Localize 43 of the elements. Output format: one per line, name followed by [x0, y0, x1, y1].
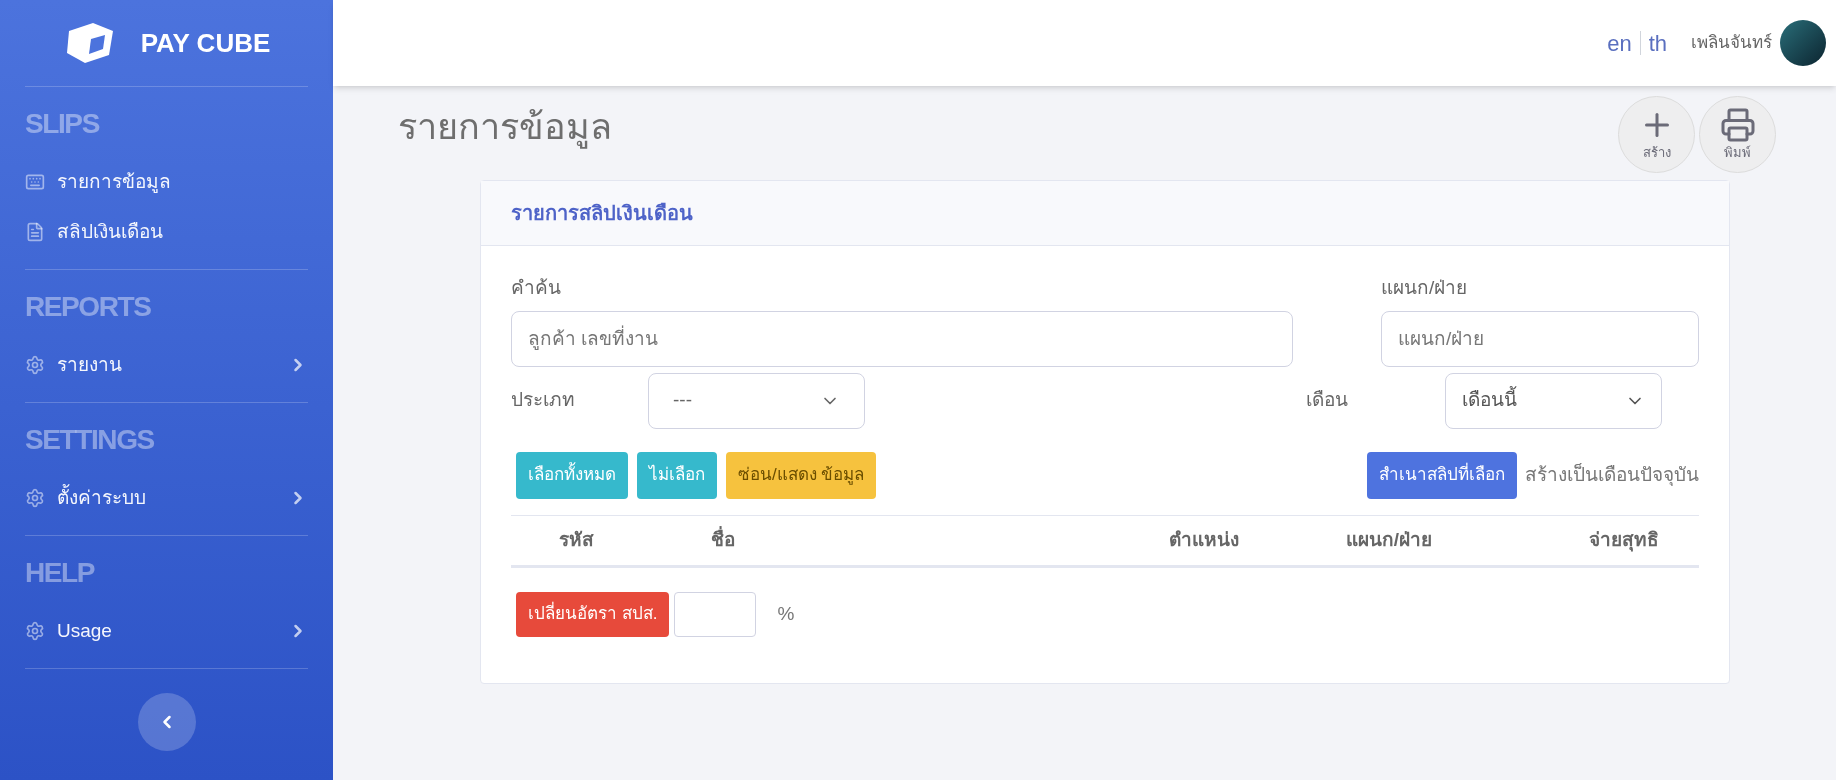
- percent-sign: %: [777, 601, 795, 626]
- settings-icon: [25, 355, 45, 375]
- page-title: รายการข้อมูล: [398, 105, 612, 151]
- printer-icon: [1719, 106, 1756, 143]
- sidebar-section-title: HELP: [25, 556, 96, 590]
- field-label: เดือน: [1306, 388, 1349, 413]
- month-select[interactable]: เดือนนี้: [1445, 372, 1662, 429]
- user-name[interactable]: เพลินจันทร์: [1691, 30, 1772, 56]
- sidebar-section-title: REPORTS: [25, 290, 152, 324]
- sidebar-item[interactable]: รายงาน: [25, 340, 308, 390]
- copy-note: สร้างเป็นเดือนปัจจุบัน: [1525, 462, 1699, 488]
- action-button[interactable]: พิมพ์: [1699, 96, 1776, 173]
- column-header: แผนก/ฝ่าย: [1344, 527, 1434, 552]
- keyboard-icon: [25, 172, 45, 192]
- sidebar-item[interactable]: รายการข้อมูล: [25, 157, 308, 207]
- field-label: แผนก/ฝ่าย: [1381, 276, 1469, 300]
- field-label: คำค้น: [511, 276, 562, 300]
- field-label: ประเภท: [511, 388, 576, 413]
- sidebar-section-title: SLIPS: [25, 107, 101, 141]
- department-field[interactable]: แผนก/ฝ่าย: [1381, 310, 1699, 367]
- sidebar-item[interactable]: Usage: [25, 606, 308, 656]
- card-title: รายการสลิปเงินเดือน: [511, 201, 693, 226]
- select-button[interactable]: ซ่อน/แสดง ข้อมูล: [726, 451, 877, 499]
- type-select[interactable]: ---: [648, 372, 865, 429]
- copy-slips-button[interactable]: สำเนาสลิปที่เลือก: [1367, 451, 1517, 499]
- column-header: ตำแหน่ง: [1168, 527, 1240, 552]
- sidebar-item[interactable]: สลิปเงินเดือน: [25, 207, 308, 257]
- brand-name: PAY CUBE: [140, 26, 271, 60]
- rate-field[interactable]: [674, 591, 757, 637]
- column-header: รหัส: [557, 527, 595, 552]
- file-icon: [25, 222, 45, 242]
- search-field[interactable]: ลูกค้า เลขที่งาน: [511, 310, 1293, 367]
- column-header: จ่ายสุทธิ: [1588, 527, 1660, 554]
- language-link[interactable]: th: [1648, 26, 1667, 60]
- sidebar-section-title: SETTINGS: [25, 423, 155, 457]
- action-button[interactable]: สร้าง: [1618, 96, 1695, 173]
- column-header: ชื่อ: [710, 525, 736, 552]
- change-rate-button[interactable]: เปลี่ยนอัตรา สปส.: [516, 591, 670, 637]
- sidebar-item[interactable]: ตั้งค่าระบบ: [25, 473, 308, 523]
- settings-icon: [25, 488, 45, 508]
- language-link[interactable]: en: [1607, 26, 1632, 60]
- avatar[interactable]: [1780, 20, 1826, 66]
- settings-icon: [25, 621, 45, 641]
